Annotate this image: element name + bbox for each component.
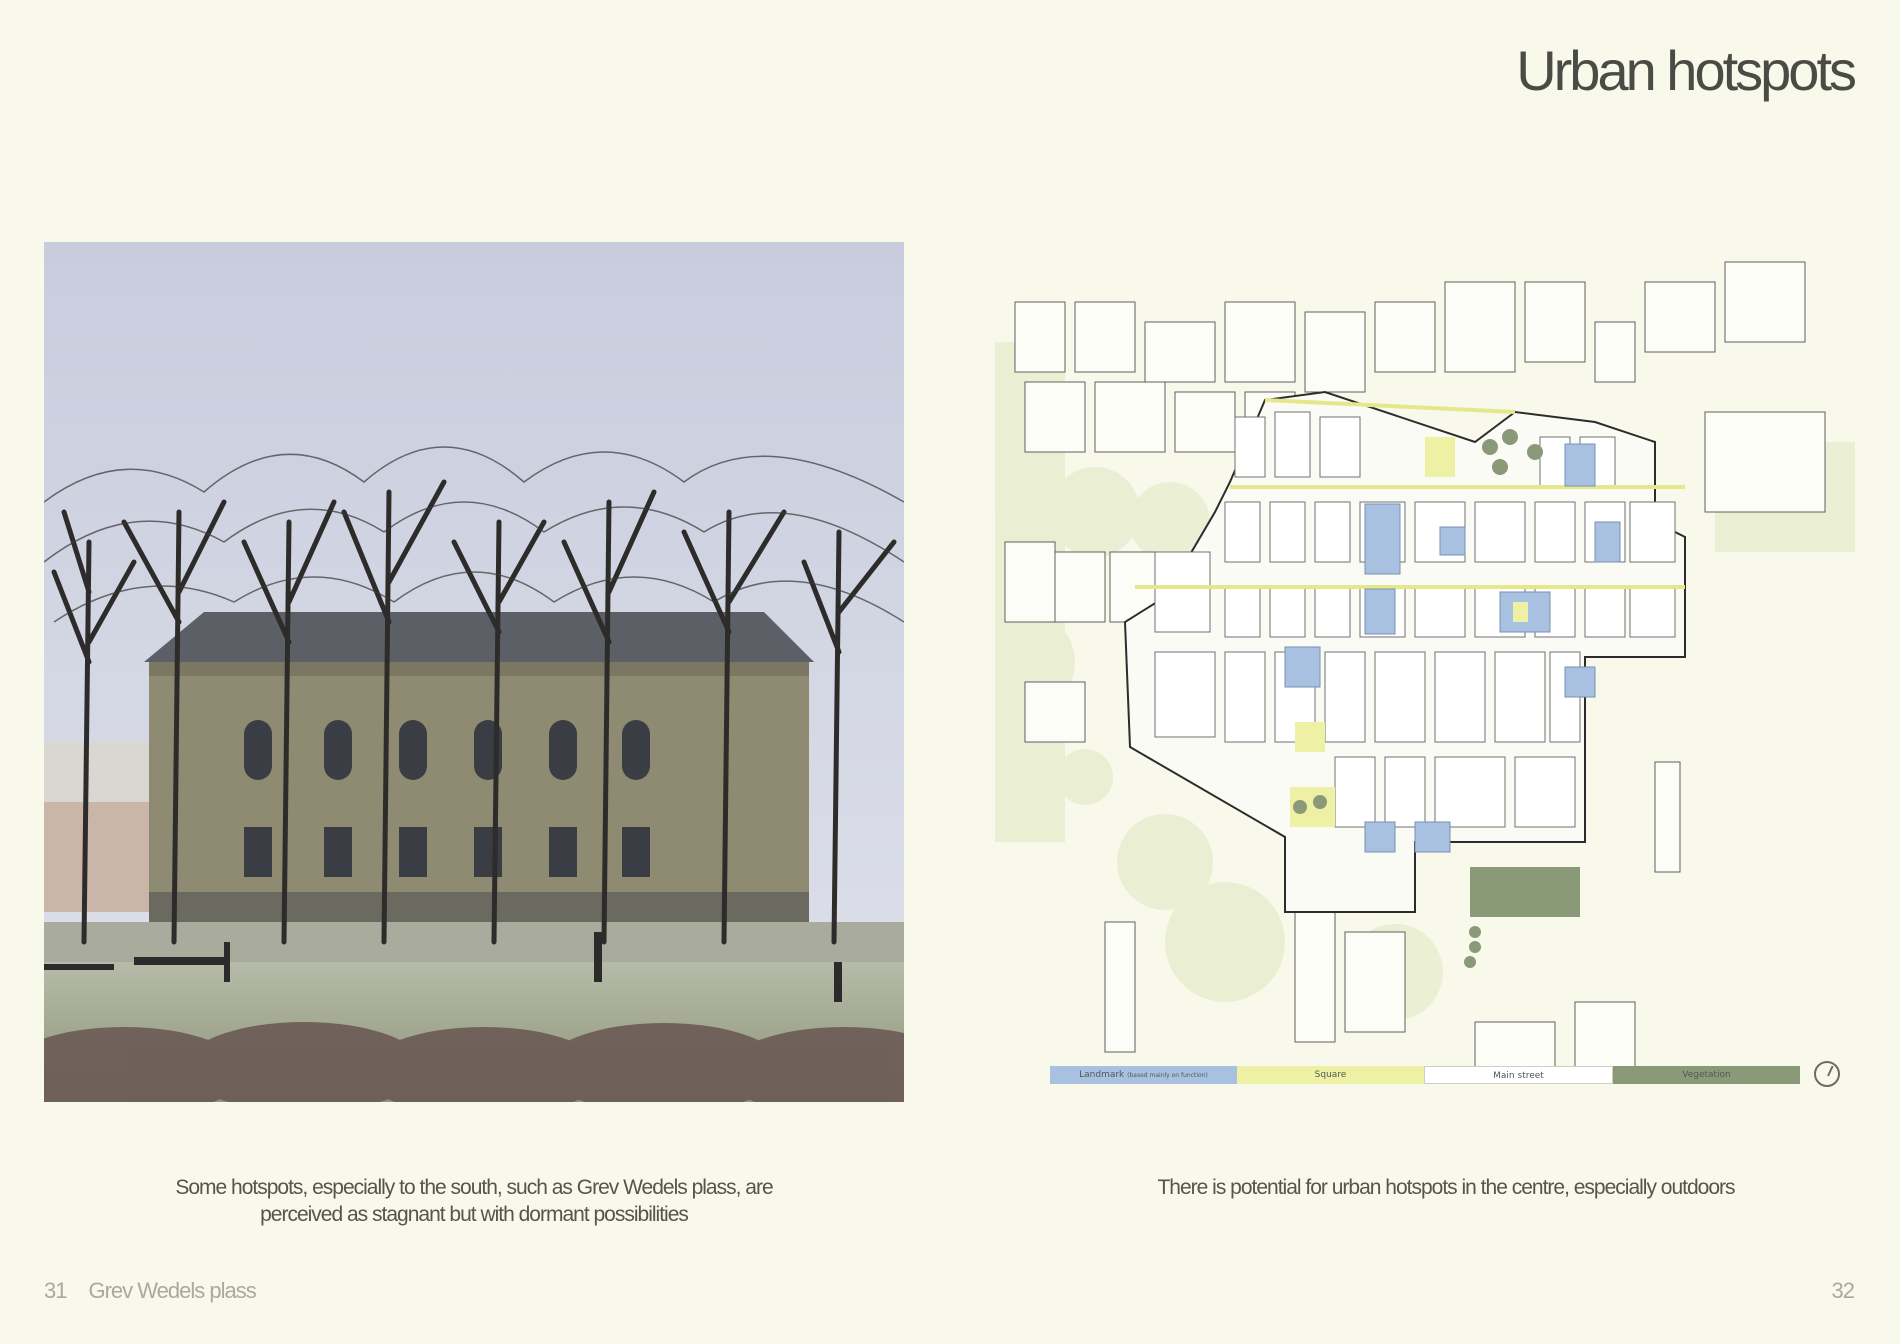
right-page-number: 32 — [1831, 1278, 1856, 1303]
left-folio: 31 Grev Wedels plass — [44, 1278, 257, 1304]
park-building-photo — [44, 242, 904, 1102]
legend-vegetation: Vegetation — [1613, 1066, 1800, 1084]
page-title: Urban hotspots — [1516, 39, 1857, 102]
right-caption: There is potential for urban hotspots in… — [1157, 1176, 1735, 1199]
urban-hotspots-map — [995, 242, 1855, 1102]
north-arrow-icon — [1814, 1061, 1840, 1087]
section-title: Grev Wedels plass — [88, 1278, 256, 1303]
legend-landmark: Landmark (based mainly on function) — [1050, 1066, 1237, 1084]
legend-square: Square — [1237, 1066, 1424, 1084]
left-page-number: 31 — [44, 1278, 68, 1303]
left-caption: Some hotspots, especially to the south, … — [175, 1176, 773, 1226]
legend-main-street: Main street — [1424, 1066, 1613, 1084]
map-legend: Landmark (based mainly on function) Squa… — [1050, 1066, 1800, 1084]
